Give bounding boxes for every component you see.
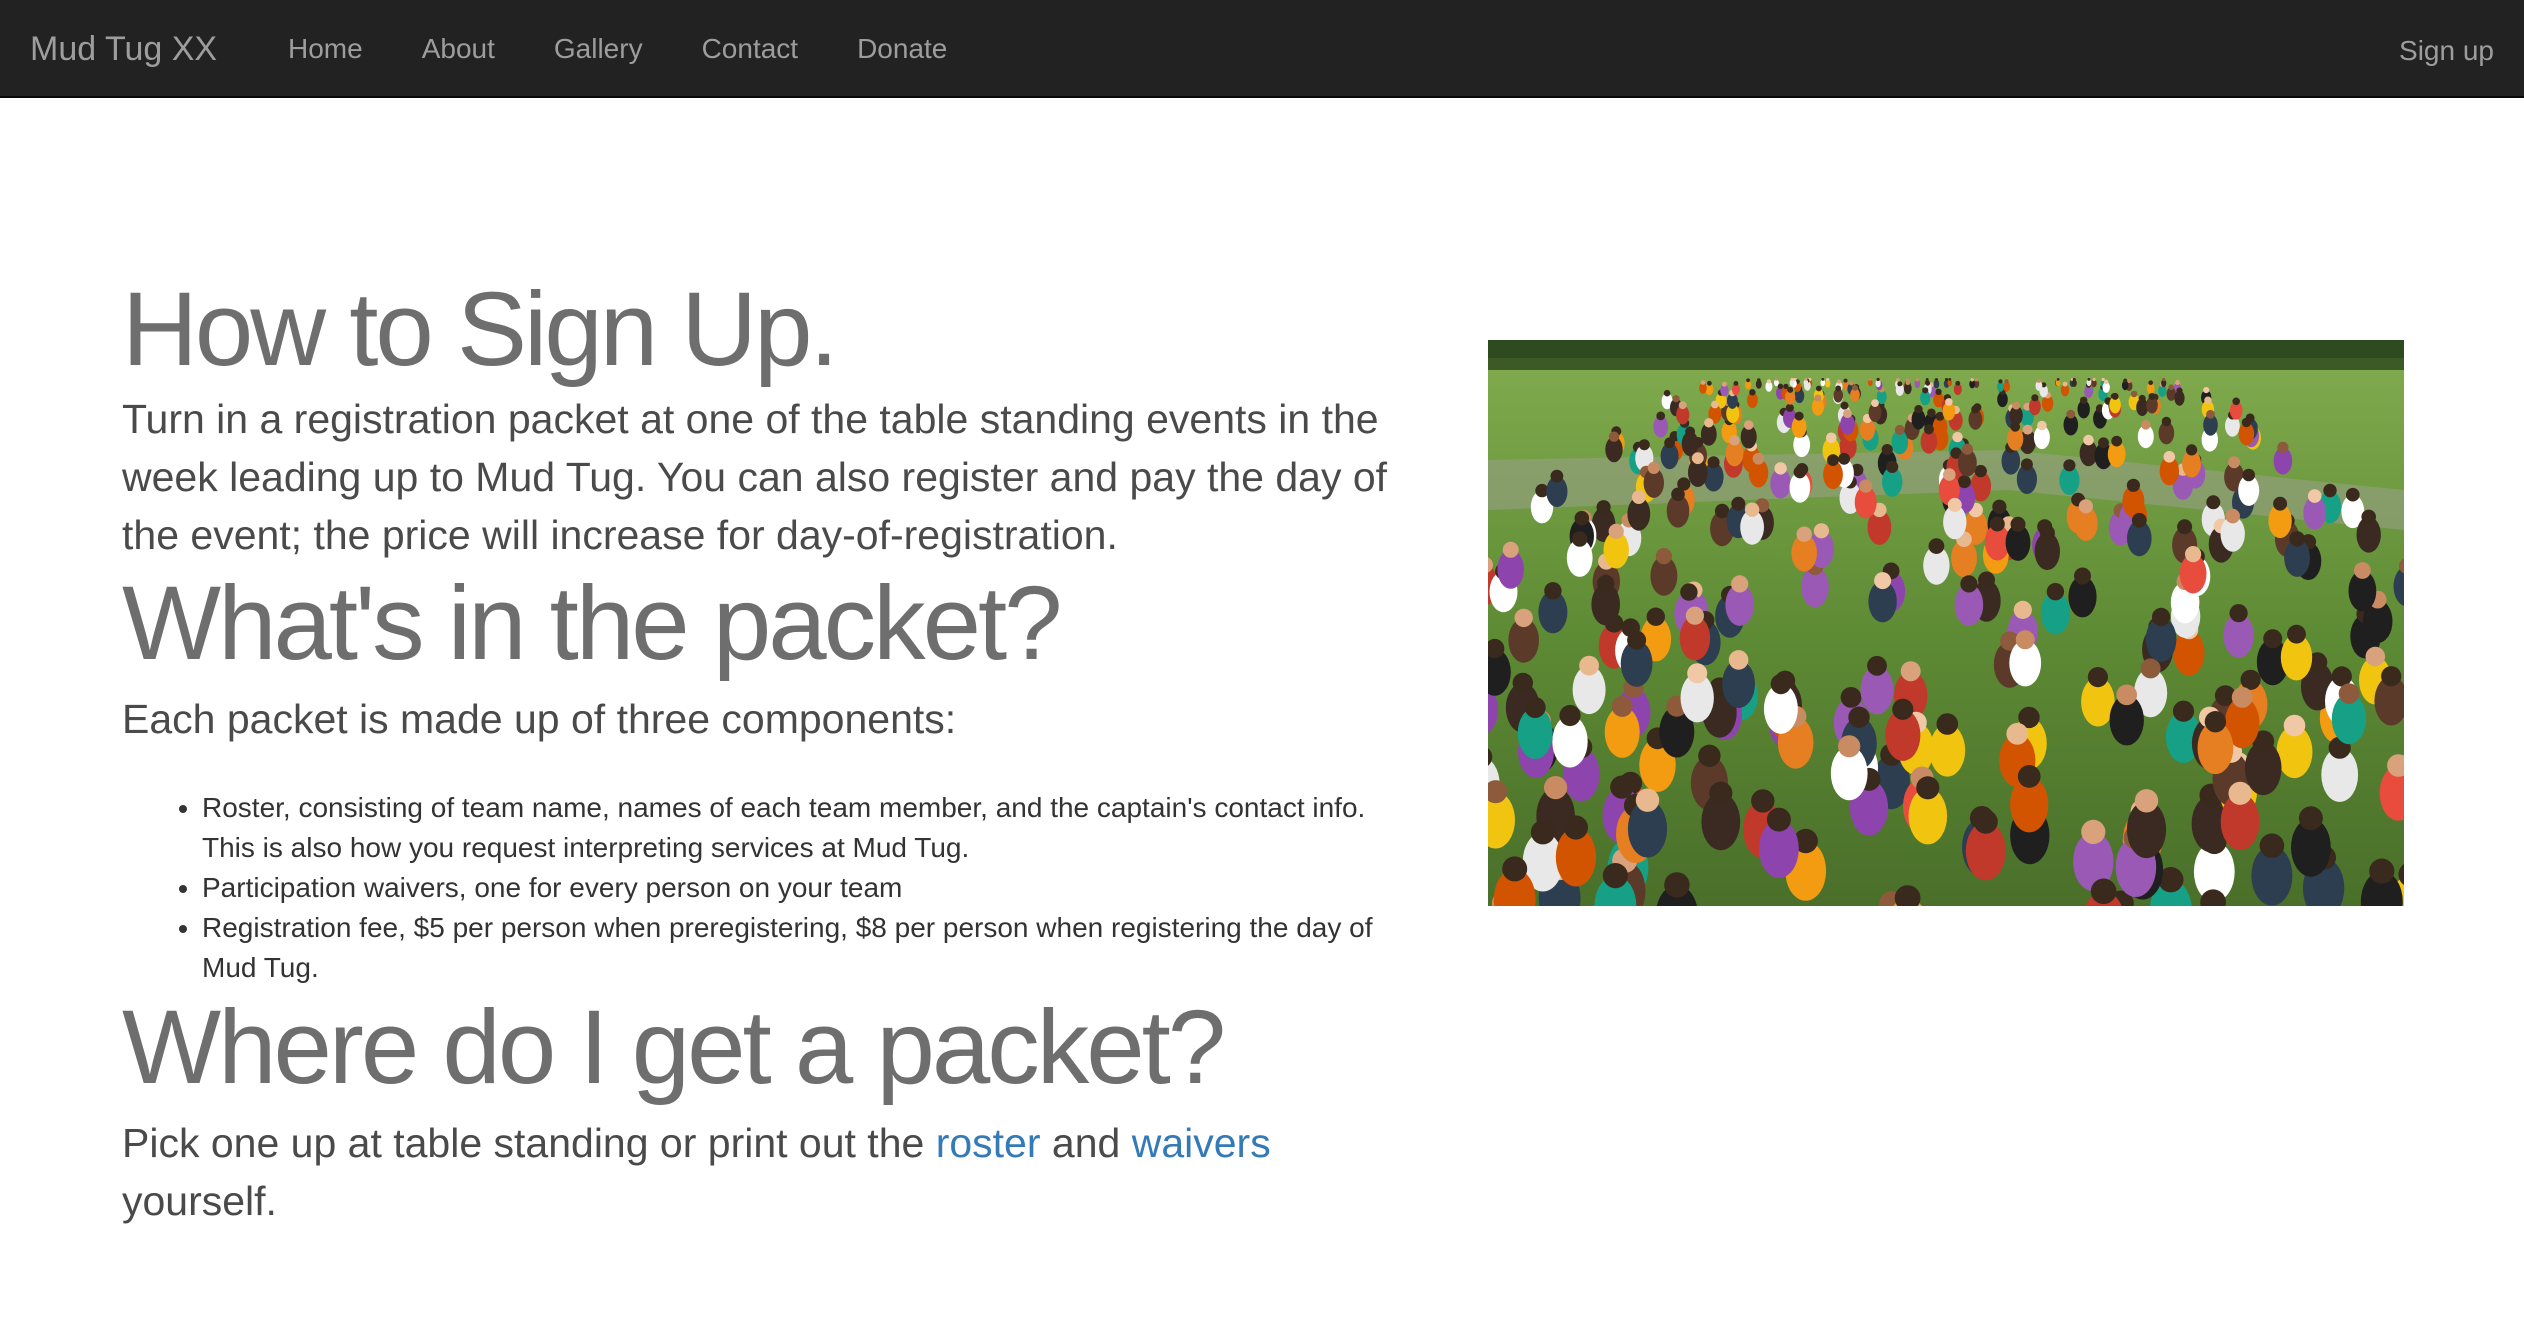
nav-item-home[interactable]: Home — [288, 0, 363, 98]
list-item-waivers: Participation waivers, one for every per… — [202, 868, 1412, 908]
roster-link[interactable]: roster — [936, 1120, 1041, 1166]
nav-links: Home About Gallery Contact Donate — [288, 0, 1006, 98]
crowd-photo — [1488, 340, 2404, 906]
heading-where-get-packet: Where do I get a packet? — [122, 989, 1226, 1106]
waivers-link[interactable]: waivers — [1132, 1120, 1271, 1166]
nav-signup-link[interactable]: Sign up — [2399, 0, 2494, 100]
nav-item-about[interactable]: About — [422, 0, 495, 98]
packet-components-list: Roster, consisting of team name, names o… — [122, 788, 1412, 988]
signup-paragraph: Turn in a registration packet at one of … — [122, 396, 1388, 558]
heading-whats-in-packet: What's in the packet? — [122, 565, 1063, 682]
brand-link[interactable]: Mud Tug XX — [30, 0, 217, 98]
list-item-roster: Roster, consisting of team name, names o… — [202, 788, 1412, 868]
nav-item-donate[interactable]: Donate — [857, 0, 947, 98]
main-content: How to Sign Up. Turn in a registration p… — [122, 270, 1412, 1230]
get-packet-paragraph: Pick one up at table standing or print o… — [122, 1114, 1412, 1230]
nav-item-gallery[interactable]: Gallery — [554, 0, 643, 98]
get-packet-text-middle: and — [1040, 1120, 1132, 1166]
nav-item-contact[interactable]: Contact — [702, 0, 799, 98]
top-navbar: Mud Tug XX Home About Gallery Contact Do… — [0, 0, 2524, 98]
get-packet-text-before: Pick one up at table standing or print o… — [122, 1120, 936, 1166]
heading-how-to-sign-up: How to Sign Up. — [122, 271, 839, 388]
crowd-photo-illustration — [1488, 340, 2404, 906]
get-packet-text-after: yourself. — [122, 1178, 277, 1224]
list-item-fee: Registration fee, $5 per person when pre… — [202, 908, 1412, 988]
packet-intro-paragraph: Each packet is made up of three componen… — [122, 696, 957, 742]
